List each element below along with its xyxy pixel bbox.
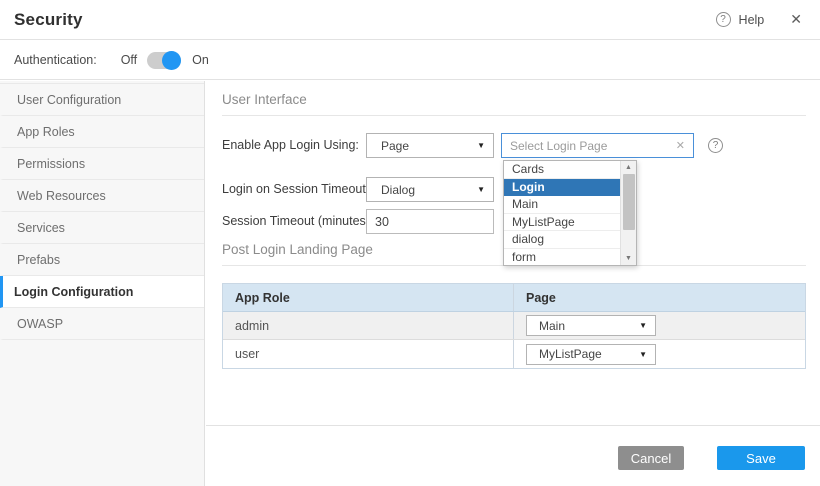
help-link[interactable]: Help (739, 13, 765, 27)
session-timeout-minutes-input[interactable] (366, 209, 494, 234)
sidebar-item-label: Prefabs (17, 253, 60, 267)
dropdown-option-login[interactable]: Login (504, 179, 620, 197)
sidebar-item-prefabs[interactable]: Prefabs (0, 244, 204, 276)
scroll-up-icon[interactable]: ▲ (621, 161, 636, 174)
page-title: Security (14, 10, 83, 30)
sidebar: User Configuration App Roles Permissions… (0, 81, 205, 486)
enable-app-login-label: Enable App Login Using: (222, 133, 359, 158)
user-interface-heading: User Interface (222, 92, 307, 107)
scrollbar-thumb[interactable] (623, 174, 635, 230)
login-page-help-icon[interactable]: ? (708, 138, 723, 153)
authentication-label: Authentication: (14, 53, 97, 67)
dropdown-scrollbar[interactable]: ▲ ▼ (620, 161, 636, 265)
role-cell: user (223, 340, 514, 368)
sidebar-item-label: User Configuration (17, 93, 121, 107)
scroll-down-icon[interactable]: ▼ (621, 252, 636, 265)
post-login-heading: Post Login Landing Page (222, 242, 373, 257)
sidebar-item-owasp[interactable]: OWASP (0, 308, 204, 340)
table-header-row: App Role Page (223, 284, 805, 312)
chevron-down-icon: ▼ (639, 321, 647, 330)
close-icon[interactable]: ✕ (786, 9, 806, 30)
save-button[interactable]: Save (717, 446, 805, 470)
admin-page-select[interactable]: Main ▼ (526, 315, 656, 336)
dropdown-option-cards[interactable]: Cards (504, 161, 620, 179)
toggle-on-label: On (192, 53, 209, 67)
session-timeout-login-select[interactable]: Dialog ▼ (366, 177, 494, 202)
session-timeout-login-label: Login on Session Timeout: (222, 177, 369, 202)
sidebar-item-label: Permissions (17, 157, 85, 171)
sidebar-item-user-configuration[interactable]: User Configuration (0, 84, 204, 116)
login-mode-value: Page (381, 139, 409, 153)
sidebar-item-label: OWASP (17, 317, 63, 331)
authentication-toggle[interactable] (147, 52, 181, 69)
sidebar-item-app-roles[interactable]: App Roles (0, 116, 204, 148)
toggle-knob-icon (162, 51, 181, 70)
user-page-select[interactable]: MyListPage ▼ (526, 344, 656, 365)
dropdown-option-mylistpage[interactable]: MyListPage (504, 214, 620, 232)
session-timeout-minutes-label: Session Timeout (minutes): (222, 209, 373, 234)
dropdown-option-form[interactable]: form (504, 249, 620, 266)
help-icon[interactable]: ? (716, 12, 731, 27)
user-page-value: MyListPage (539, 347, 602, 361)
divider (222, 115, 806, 116)
login-mode-select[interactable]: Page ▼ (366, 133, 494, 158)
dropdown-option-dialog[interactable]: dialog (504, 231, 620, 249)
table-row: user MyListPage ▼ (223, 340, 805, 368)
login-page-input-wrap: ✕ (501, 133, 694, 158)
sidebar-item-login-configuration[interactable]: Login Configuration (0, 276, 204, 308)
admin-page-value: Main (539, 319, 565, 333)
role-cell: admin (223, 312, 514, 339)
main-panel: User Interface Enable App Login Using: P… (206, 81, 820, 486)
cancel-button[interactable]: Cancel (618, 446, 684, 470)
title-bar: Security ? Help ✕ (0, 0, 820, 40)
authentication-bar: Authentication: Off On (0, 41, 820, 80)
landing-page-table: App Role Page admin Main ▼ user MyListPa… (222, 283, 806, 369)
sidebar-item-label: Login Configuration (14, 285, 133, 299)
table-header-app-role: App Role (223, 284, 514, 311)
login-page-input[interactable] (502, 134, 672, 157)
sidebar-item-label: App Roles (17, 125, 75, 139)
clear-icon[interactable]: ✕ (672, 139, 693, 152)
chevron-down-icon: ▼ (477, 185, 485, 194)
session-timeout-login-value: Dialog (381, 183, 415, 197)
table-header-page: Page (514, 284, 805, 311)
footer-divider (206, 425, 820, 426)
chevron-down-icon: ▼ (477, 141, 485, 150)
toggle-off-label: Off (121, 53, 137, 67)
sidebar-item-label: Services (17, 221, 65, 235)
chevron-down-icon: ▼ (639, 350, 647, 359)
sidebar-item-services[interactable]: Services (0, 212, 204, 244)
login-page-dropdown: Cards Login Main MyListPage dialog form … (503, 160, 637, 266)
sidebar-item-label: Web Resources (17, 189, 106, 203)
sidebar-item-web-resources[interactable]: Web Resources (0, 180, 204, 212)
table-row: admin Main ▼ (223, 312, 805, 340)
dropdown-option-main[interactable]: Main (504, 196, 620, 214)
sidebar-item-permissions[interactable]: Permissions (0, 148, 204, 180)
